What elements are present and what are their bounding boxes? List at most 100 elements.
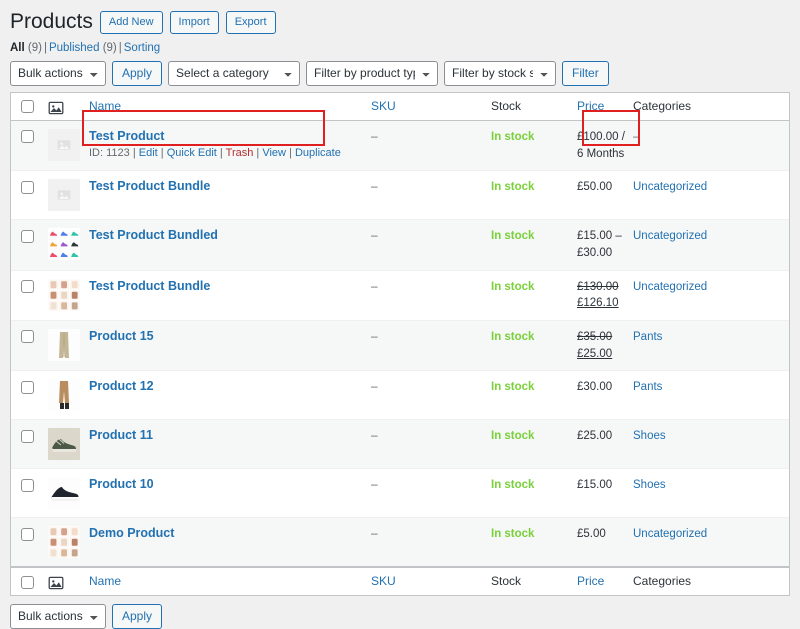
select-all-checkbox-bottom[interactable] (21, 575, 34, 589)
price-column-header-label[interactable]: Price (577, 99, 604, 113)
product-category-link[interactable]: Shoes (633, 430, 666, 442)
row-action-trash[interactable]: Trash (226, 147, 254, 159)
status-link-all-label[interactable]: All (10, 42, 25, 54)
row-select-checkbox[interactable] (21, 527, 34, 541)
row-select-checkbox[interactable] (21, 180, 34, 194)
product-price: £5.00 (577, 528, 606, 540)
product-price-regular: £35.00 (577, 331, 613, 344)
row-select-wrap (11, 179, 34, 194)
product-name-link[interactable]: Product 11 (89, 428, 153, 442)
product-name-link[interactable]: Demo Product (89, 526, 174, 540)
row-select-checkbox[interactable] (21, 380, 34, 394)
product-name-link[interactable]: Test Product Bundled (89, 228, 218, 242)
product-thumbnail-cell (45, 171, 89, 221)
product-price-line1: £100.00 / (577, 131, 625, 143)
add-new-button[interactable]: Add New (99, 10, 163, 34)
page-title: Products (10, 10, 93, 34)
product-categories-cell: Uncategorized (633, 220, 789, 271)
name-column-footer-label[interactable]: Name (89, 574, 121, 588)
row-action-view[interactable]: View (262, 147, 286, 159)
row-select-checkbox[interactable] (21, 130, 34, 144)
row-action-duplicate[interactable]: Duplicate (295, 147, 341, 159)
product-sku: – (371, 228, 378, 243)
bulk-actions-select-top[interactable]: Bulk actions (10, 60, 106, 86)
row-select-checkbox[interactable] (21, 429, 34, 443)
product-price-cell: £25.00 (577, 420, 633, 470)
product-thumbnail-cell (45, 518, 89, 568)
product-category-link[interactable]: Pants (633, 381, 662, 393)
product-name-link[interactable]: Product 12 (89, 379, 154, 393)
status-link-all[interactable]: All (9) (10, 42, 42, 54)
name-column-footer[interactable]: Name (89, 567, 371, 596)
product-name-cell: Test Product ID: 1123 | Edit | Quick Edit… (89, 121, 371, 172)
bulk-actions-select-bottom[interactable]: Bulk actions (10, 603, 106, 629)
table-row: Product 12 – In stock £30.00 Pants (11, 371, 789, 421)
product-categories-cell: Uncategorized (633, 518, 789, 568)
product-price-line1: £25.00 (577, 430, 613, 443)
stock-status-filter-select[interactable]: Filter by stock status (444, 60, 557, 86)
status-link-sorting[interactable]: Sorting (124, 42, 160, 54)
row-select-cell (11, 371, 45, 421)
row-select-checkbox[interactable] (21, 330, 34, 344)
product-sku-cell: – (371, 220, 491, 271)
product-name-link[interactable]: Test Product Bundle (89, 279, 210, 293)
price-column-header[interactable]: Price (577, 93, 633, 121)
status-separator-1: | (43, 42, 47, 54)
product-price-cell: £5.00 (577, 518, 633, 568)
product-category-link[interactable]: Uncategorized (633, 230, 707, 242)
product-price-cell: £100.00 / 6 Months (577, 121, 633, 172)
row-select-checkbox[interactable] (21, 280, 34, 294)
row-select-cell (11, 321, 45, 372)
table-header-row: Name SKU Stock Price Categories (11, 93, 789, 121)
row-actions: ID: 1123 | Edit | Quick Edit | Trash | V… (89, 147, 341, 159)
select-all-checkbox-top[interactable] (21, 100, 34, 114)
product-name-link[interactable]: Product 10 (89, 477, 154, 491)
product-thumbnail-collage (48, 526, 80, 559)
price-column-footer-label[interactable]: Price (577, 574, 604, 588)
product-category-link[interactable]: Uncategorized (633, 281, 707, 293)
product-thumbnail-placeholder (48, 129, 80, 161)
product-sku: – (371, 278, 378, 293)
product-thumbnail-cell (45, 271, 89, 322)
apply-button-bottom[interactable]: Apply (112, 603, 163, 629)
product-price-line1: £15.00 – (577, 230, 622, 243)
sku-column-footer-label[interactable]: SKU (371, 574, 396, 588)
product-category-link[interactable]: Pants (633, 331, 662, 343)
table-row: Test Product Bundle – In stock £50.00 Uncate… (11, 171, 789, 221)
product-category-link[interactable]: Uncategorized (633, 528, 707, 540)
status-link-published[interactable]: Published (9) (49, 42, 117, 54)
name-column-header[interactable]: Name (89, 93, 371, 121)
product-price-line1: £50.00 (577, 181, 613, 194)
product-price-regular: £130.00 (577, 280, 619, 293)
import-button[interactable]: Import (169, 10, 219, 34)
name-column-header-label[interactable]: Name (89, 99, 121, 113)
product-name-link[interactable]: Product 15 (89, 329, 154, 343)
sku-column-header-label[interactable]: SKU (371, 99, 396, 113)
sku-column-footer[interactable]: SKU (371, 567, 491, 596)
product-category-link[interactable]: Shoes (633, 479, 666, 491)
page-header: Products Add New Import Export (10, 8, 790, 36)
product-type-filter-select[interactable]: Filter by product type (306, 60, 439, 86)
apply-button-top[interactable]: Apply (112, 60, 163, 86)
categories-column-header: Categories (633, 93, 789, 121)
product-name-link[interactable]: Test Product Bundle (89, 179, 210, 193)
filter-button[interactable]: Filter (562, 60, 609, 86)
product-name-link[interactable]: Test Product (89, 129, 164, 143)
price-column-footer[interactable]: Price (577, 567, 633, 596)
category-filter-select[interactable]: Select a category (168, 60, 301, 86)
row-select-cell (11, 518, 45, 568)
categories-column-footer-label: Categories (633, 574, 692, 589)
row-select-checkbox[interactable] (21, 478, 34, 492)
product-category-link[interactable]: Uncategorized (633, 181, 707, 193)
row-select-wrap (11, 379, 34, 394)
status-link-sorting-label[interactable]: Sorting (124, 42, 160, 54)
row-select-wrap (11, 428, 34, 443)
sku-column-header[interactable]: SKU (371, 93, 491, 121)
row-action-quick-edit[interactable]: Quick Edit (167, 147, 217, 159)
row-select-checkbox[interactable] (21, 229, 34, 243)
row-action-edit[interactable]: Edit (139, 147, 158, 159)
tablenav-top: Bulk actions Apply Select a category Fil… (10, 60, 790, 86)
table-row: Demo Product – In stock £5.00 Uncategorized (11, 518, 789, 568)
status-link-published-label[interactable]: Published (49, 42, 100, 54)
export-button[interactable]: Export (225, 10, 276, 34)
